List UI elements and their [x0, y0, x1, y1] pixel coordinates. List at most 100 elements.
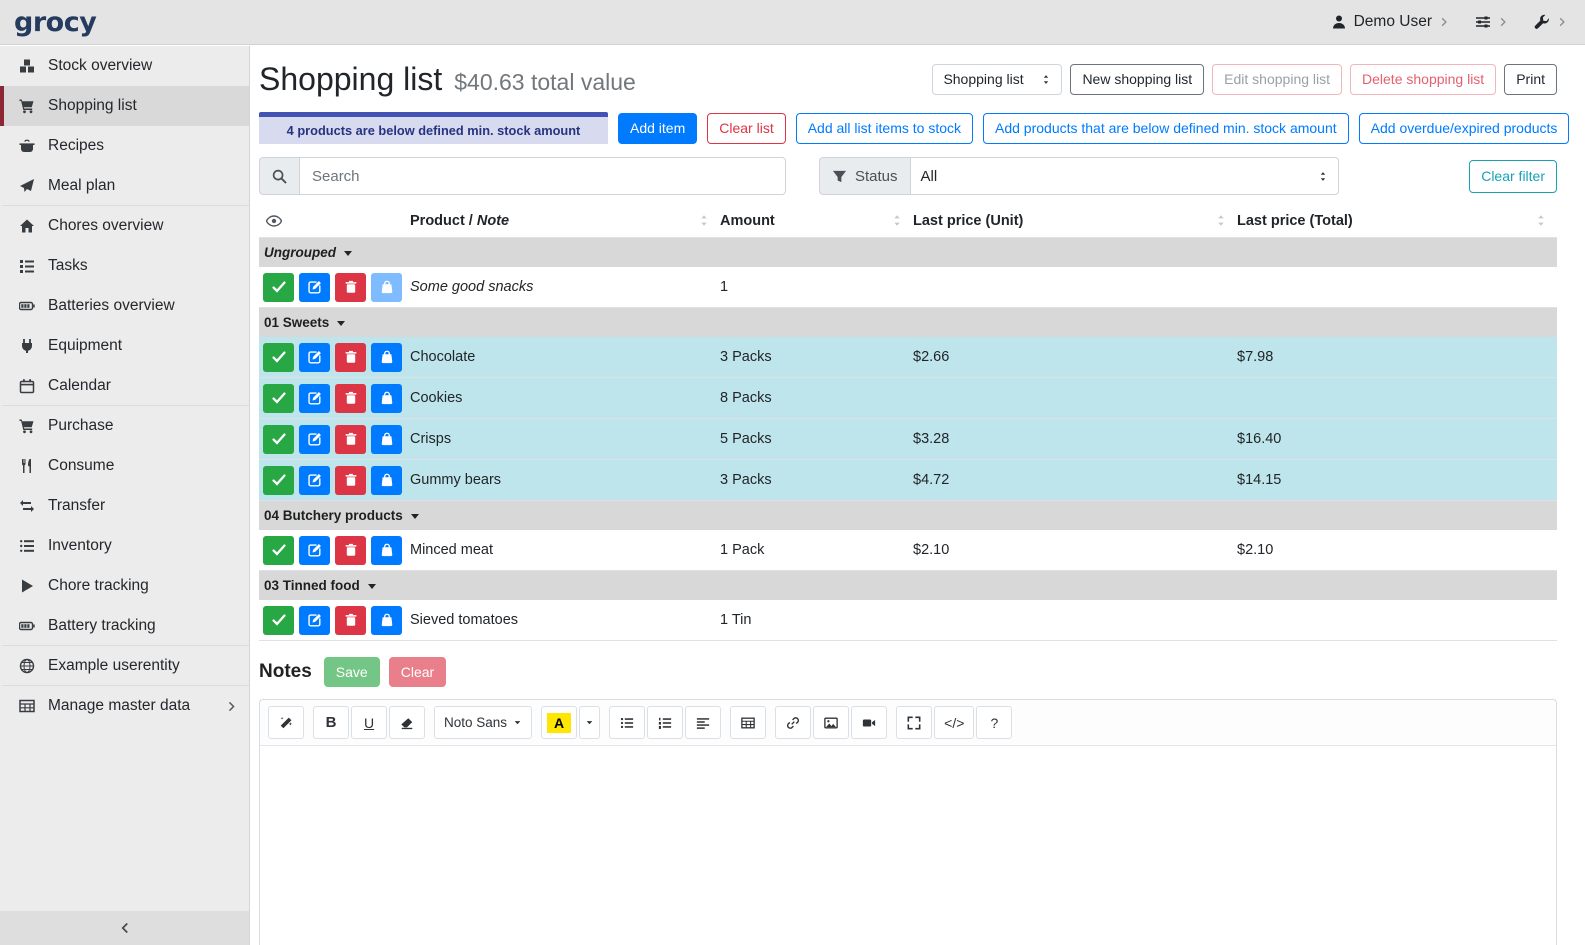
sidebar-item-consume[interactable]: Consume [0, 446, 249, 486]
sidebar-item-stock-overview[interactable]: Stock overview [0, 46, 249, 86]
paragraph-align-button[interactable] [685, 706, 721, 739]
admin-menu[interactable] [1534, 14, 1567, 30]
print-button[interactable]: Print [1504, 64, 1557, 95]
purchase-item-button[interactable] [371, 536, 402, 565]
sidebar-item-battery-tracking[interactable]: Battery tracking [0, 606, 249, 646]
app-logo[interactable]: grocy [14, 7, 96, 38]
delete-item-button[interactable] [335, 466, 366, 495]
clear-filter-button[interactable]: Clear filter [1469, 160, 1557, 193]
sidebar-item-chore-tracking[interactable]: Chore tracking [0, 566, 249, 606]
delete-item-button[interactable] [335, 384, 366, 413]
table-row: Crisps 5 Packs $3.28 $16.40 [259, 419, 1557, 460]
font-family-button[interactable]: Noto Sans [434, 706, 532, 739]
underline-button[interactable]: U [351, 706, 387, 739]
purchase-item-button[interactable] [371, 466, 402, 495]
sidebar-item-transfer[interactable]: Transfer [0, 486, 249, 526]
col-header-amount[interactable]: Amount [720, 204, 913, 237]
last-price-unit: $3.28 [913, 431, 1237, 447]
insert-link-button[interactable] [775, 706, 811, 739]
sidebar-item-shopping-list[interactable]: Shopping list [0, 86, 249, 126]
edit-item-button[interactable] [299, 536, 330, 565]
text-color-dropdown-button[interactable] [579, 706, 600, 739]
delete-shopping-list-button[interactable]: Delete shopping list [1350, 64, 1496, 95]
clear-list-button[interactable]: Clear list [707, 113, 785, 144]
delete-item-button[interactable] [335, 536, 366, 565]
insert-table-button[interactable] [730, 706, 766, 739]
text-color-button[interactable]: A [541, 706, 577, 739]
bold-button[interactable]: B [313, 706, 349, 739]
status-filter-select[interactable]: All [910, 157, 1339, 195]
sidebar-item-calendar[interactable]: Calendar [0, 366, 249, 406]
purchase-item-button[interactable] [371, 384, 402, 413]
settings-menu[interactable] [1475, 14, 1508, 30]
fullscreen-button[interactable] [896, 706, 932, 739]
complete-item-button[interactable] [263, 606, 294, 635]
complete-item-button[interactable] [263, 536, 294, 565]
delete-item-button[interactable] [335, 343, 366, 372]
edit-item-button[interactable] [299, 466, 330, 495]
edit-shopping-list-button[interactable]: Edit shopping list [1212, 64, 1342, 95]
edit-item-button[interactable] [299, 606, 330, 635]
status-filter-label: Status [819, 157, 910, 195]
unordered-list-button[interactable] [609, 706, 645, 739]
sidebar-item-inventory[interactable]: Inventory [0, 526, 249, 566]
col-header-last-price-unit[interactable]: Last price (Unit) [913, 204, 1237, 237]
sidebar-item-example-userentity[interactable]: Example userentity [0, 646, 249, 686]
sidebar-item-tasks[interactable]: Tasks [0, 246, 249, 286]
magic-style-button[interactable] [268, 706, 304, 739]
code-view-button[interactable]: </> [934, 706, 974, 739]
clear-notes-button[interactable]: Clear [389, 657, 446, 687]
insert-video-button[interactable] [851, 706, 887, 739]
user-menu[interactable]: Demo User [1331, 13, 1449, 31]
sidebar-item-chores-overview[interactable]: Chores overview [0, 206, 249, 246]
product-name: Minced meat [410, 542, 720, 558]
delete-item-button[interactable] [335, 273, 366, 302]
complete-item-button[interactable] [263, 343, 294, 372]
col-header-last-price-total[interactable]: Last price (Total) [1237, 204, 1557, 237]
search-input[interactable] [299, 157, 786, 195]
sidebar-item-manage-master-data[interactable]: Manage master data [0, 686, 249, 726]
purchase-item-button[interactable] [371, 343, 402, 372]
insert-picture-button[interactable] [813, 706, 849, 739]
new-shopping-list-button[interactable]: New shopping list [1070, 64, 1204, 95]
sidebar-collapse-button[interactable] [0, 911, 249, 945]
group-row-tinned-food[interactable]: 03 Tinned food [259, 571, 1557, 600]
add-below-min-stock-button[interactable]: Add products that are below defined min.… [983, 113, 1349, 144]
status-filter-value: All [921, 168, 938, 185]
delete-item-button[interactable] [335, 425, 366, 454]
clear-formatting-button[interactable] [389, 706, 425, 739]
add-overdue-button[interactable]: Add overdue/expired products [1359, 113, 1570, 144]
edit-item-button[interactable] [299, 384, 330, 413]
sidebar-item-recipes[interactable]: Recipes [0, 126, 249, 166]
save-notes-button[interactable]: Save [324, 657, 380, 687]
col-header-product[interactable]: Product / Note [410, 204, 720, 237]
edit-item-button[interactable] [299, 343, 330, 372]
sidebar-item-equipment[interactable]: Equipment [0, 326, 249, 366]
notes-editor-area[interactable] [260, 746, 1556, 945]
shopping-list-select[interactable]: Shopping list [932, 64, 1062, 95]
group-row-ungrouped[interactable]: Ungrouped [259, 238, 1557, 267]
edit-item-button[interactable] [299, 425, 330, 454]
group-row-butchery-products[interactable]: 04 Butchery products [259, 501, 1557, 530]
help-button[interactable]: ? [976, 706, 1012, 739]
add-item-button[interactable]: Add item [618, 113, 697, 144]
complete-item-button[interactable] [263, 466, 294, 495]
complete-item-button[interactable] [263, 384, 294, 413]
add-all-to-stock-button[interactable]: Add all list items to stock [796, 113, 973, 144]
purchase-item-button[interactable] [371, 273, 402, 302]
edit-item-button[interactable] [299, 273, 330, 302]
complete-item-button[interactable] [263, 425, 294, 454]
last-price-total: $7.98 [1237, 349, 1557, 365]
sidebar-item-purchase[interactable]: Purchase [0, 406, 249, 446]
caret-down-icon [513, 718, 522, 727]
group-row-sweets[interactable]: 01 Sweets [259, 308, 1557, 337]
sidebar-item-meal-plan[interactable]: Meal plan [0, 166, 249, 206]
below-min-stock-alert[interactable]: 4 products are below defined min. stock … [259, 112, 608, 144]
eraser-icon [400, 716, 414, 730]
ordered-list-button[interactable] [647, 706, 683, 739]
delete-item-button[interactable] [335, 606, 366, 635]
purchase-item-button[interactable] [371, 425, 402, 454]
complete-item-button[interactable] [263, 273, 294, 302]
purchase-item-button[interactable] [371, 606, 402, 635]
sidebar-item-batteries-overview[interactable]: Batteries overview [0, 286, 249, 326]
